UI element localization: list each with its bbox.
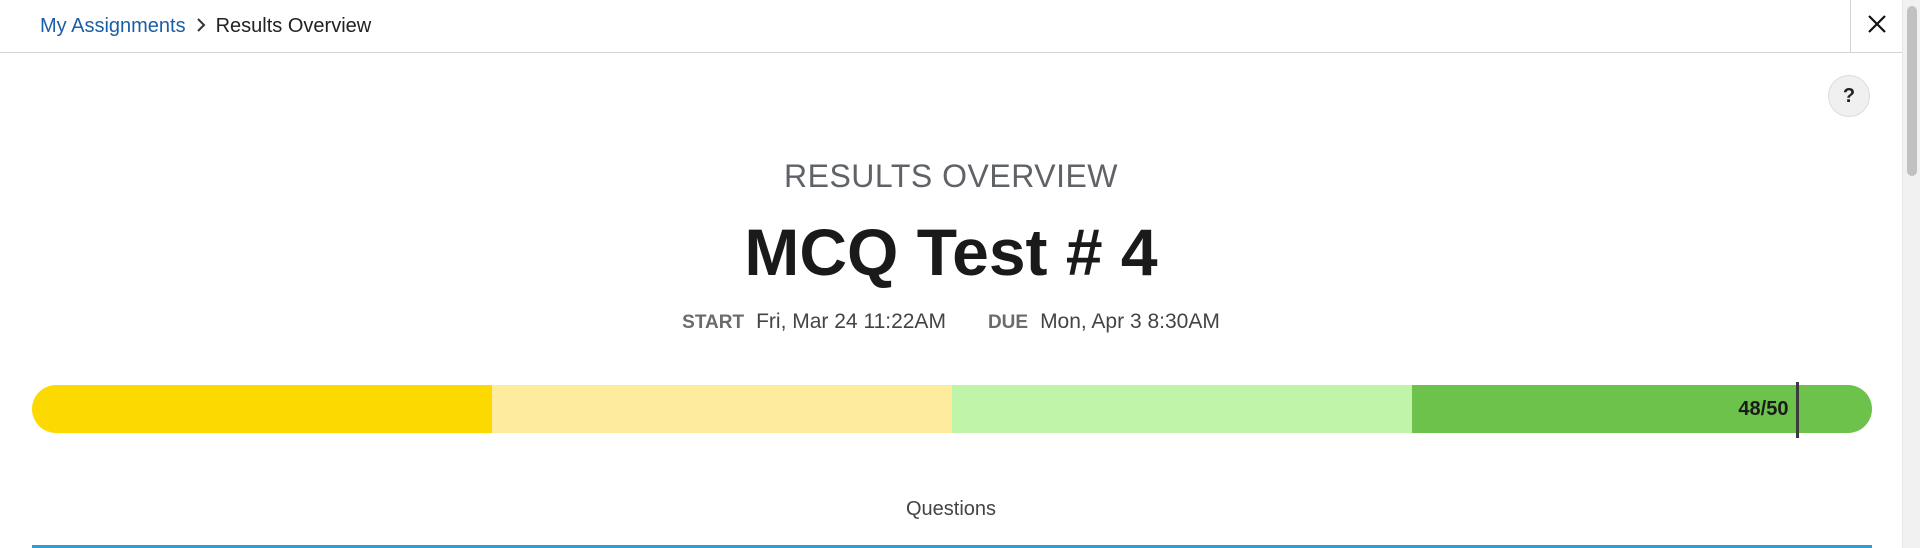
breadcrumb-my-assignments-link[interactable]: My Assignments bbox=[40, 14, 186, 38]
chevron-right-icon bbox=[186, 14, 216, 38]
scrollbar-thumb[interactable] bbox=[1907, 6, 1917, 176]
breadcrumb: My Assignments Results Overview bbox=[40, 14, 371, 38]
close-button[interactable] bbox=[1850, 0, 1903, 52]
due-label: DUE bbox=[987, 312, 1029, 333]
breadcrumb-current: Results Overview bbox=[215, 15, 372, 37]
due-date: Mon, Apr 3 8:30AM bbox=[1040, 310, 1220, 333]
score-band-1 bbox=[32, 385, 492, 433]
score-band-3 bbox=[952, 385, 1412, 433]
score-band-2 bbox=[492, 385, 952, 433]
page-overline: RESULTS OVERVIEW bbox=[784, 158, 1118, 194]
page-title: MCQ Test # 4 bbox=[744, 215, 1158, 289]
start-label: START bbox=[682, 312, 745, 333]
assignment-dates: START Fri, Mar 24 11:22AM DUE Mon, Apr 3… bbox=[0, 310, 1902, 334]
top-bar: My Assignments Results Overview bbox=[0, 0, 1902, 53]
score-text: 48/50 bbox=[1738, 398, 1789, 420]
scrollbar[interactable] bbox=[1902, 0, 1920, 548]
score-band-4 bbox=[1412, 385, 1872, 433]
score-progress-bar bbox=[32, 385, 1872, 433]
questions-heading: Questions bbox=[905, 498, 997, 520]
start-date: Fri, Mar 24 11:22AM bbox=[756, 310, 946, 333]
help-button[interactable]: ? bbox=[1828, 75, 1870, 117]
score-marker bbox=[1796, 382, 1800, 438]
close-icon bbox=[1867, 14, 1887, 39]
results-page: My Assignments Results Overview ? RESULT… bbox=[0, 0, 1920, 548]
help-icon: ? bbox=[1842, 84, 1856, 107]
